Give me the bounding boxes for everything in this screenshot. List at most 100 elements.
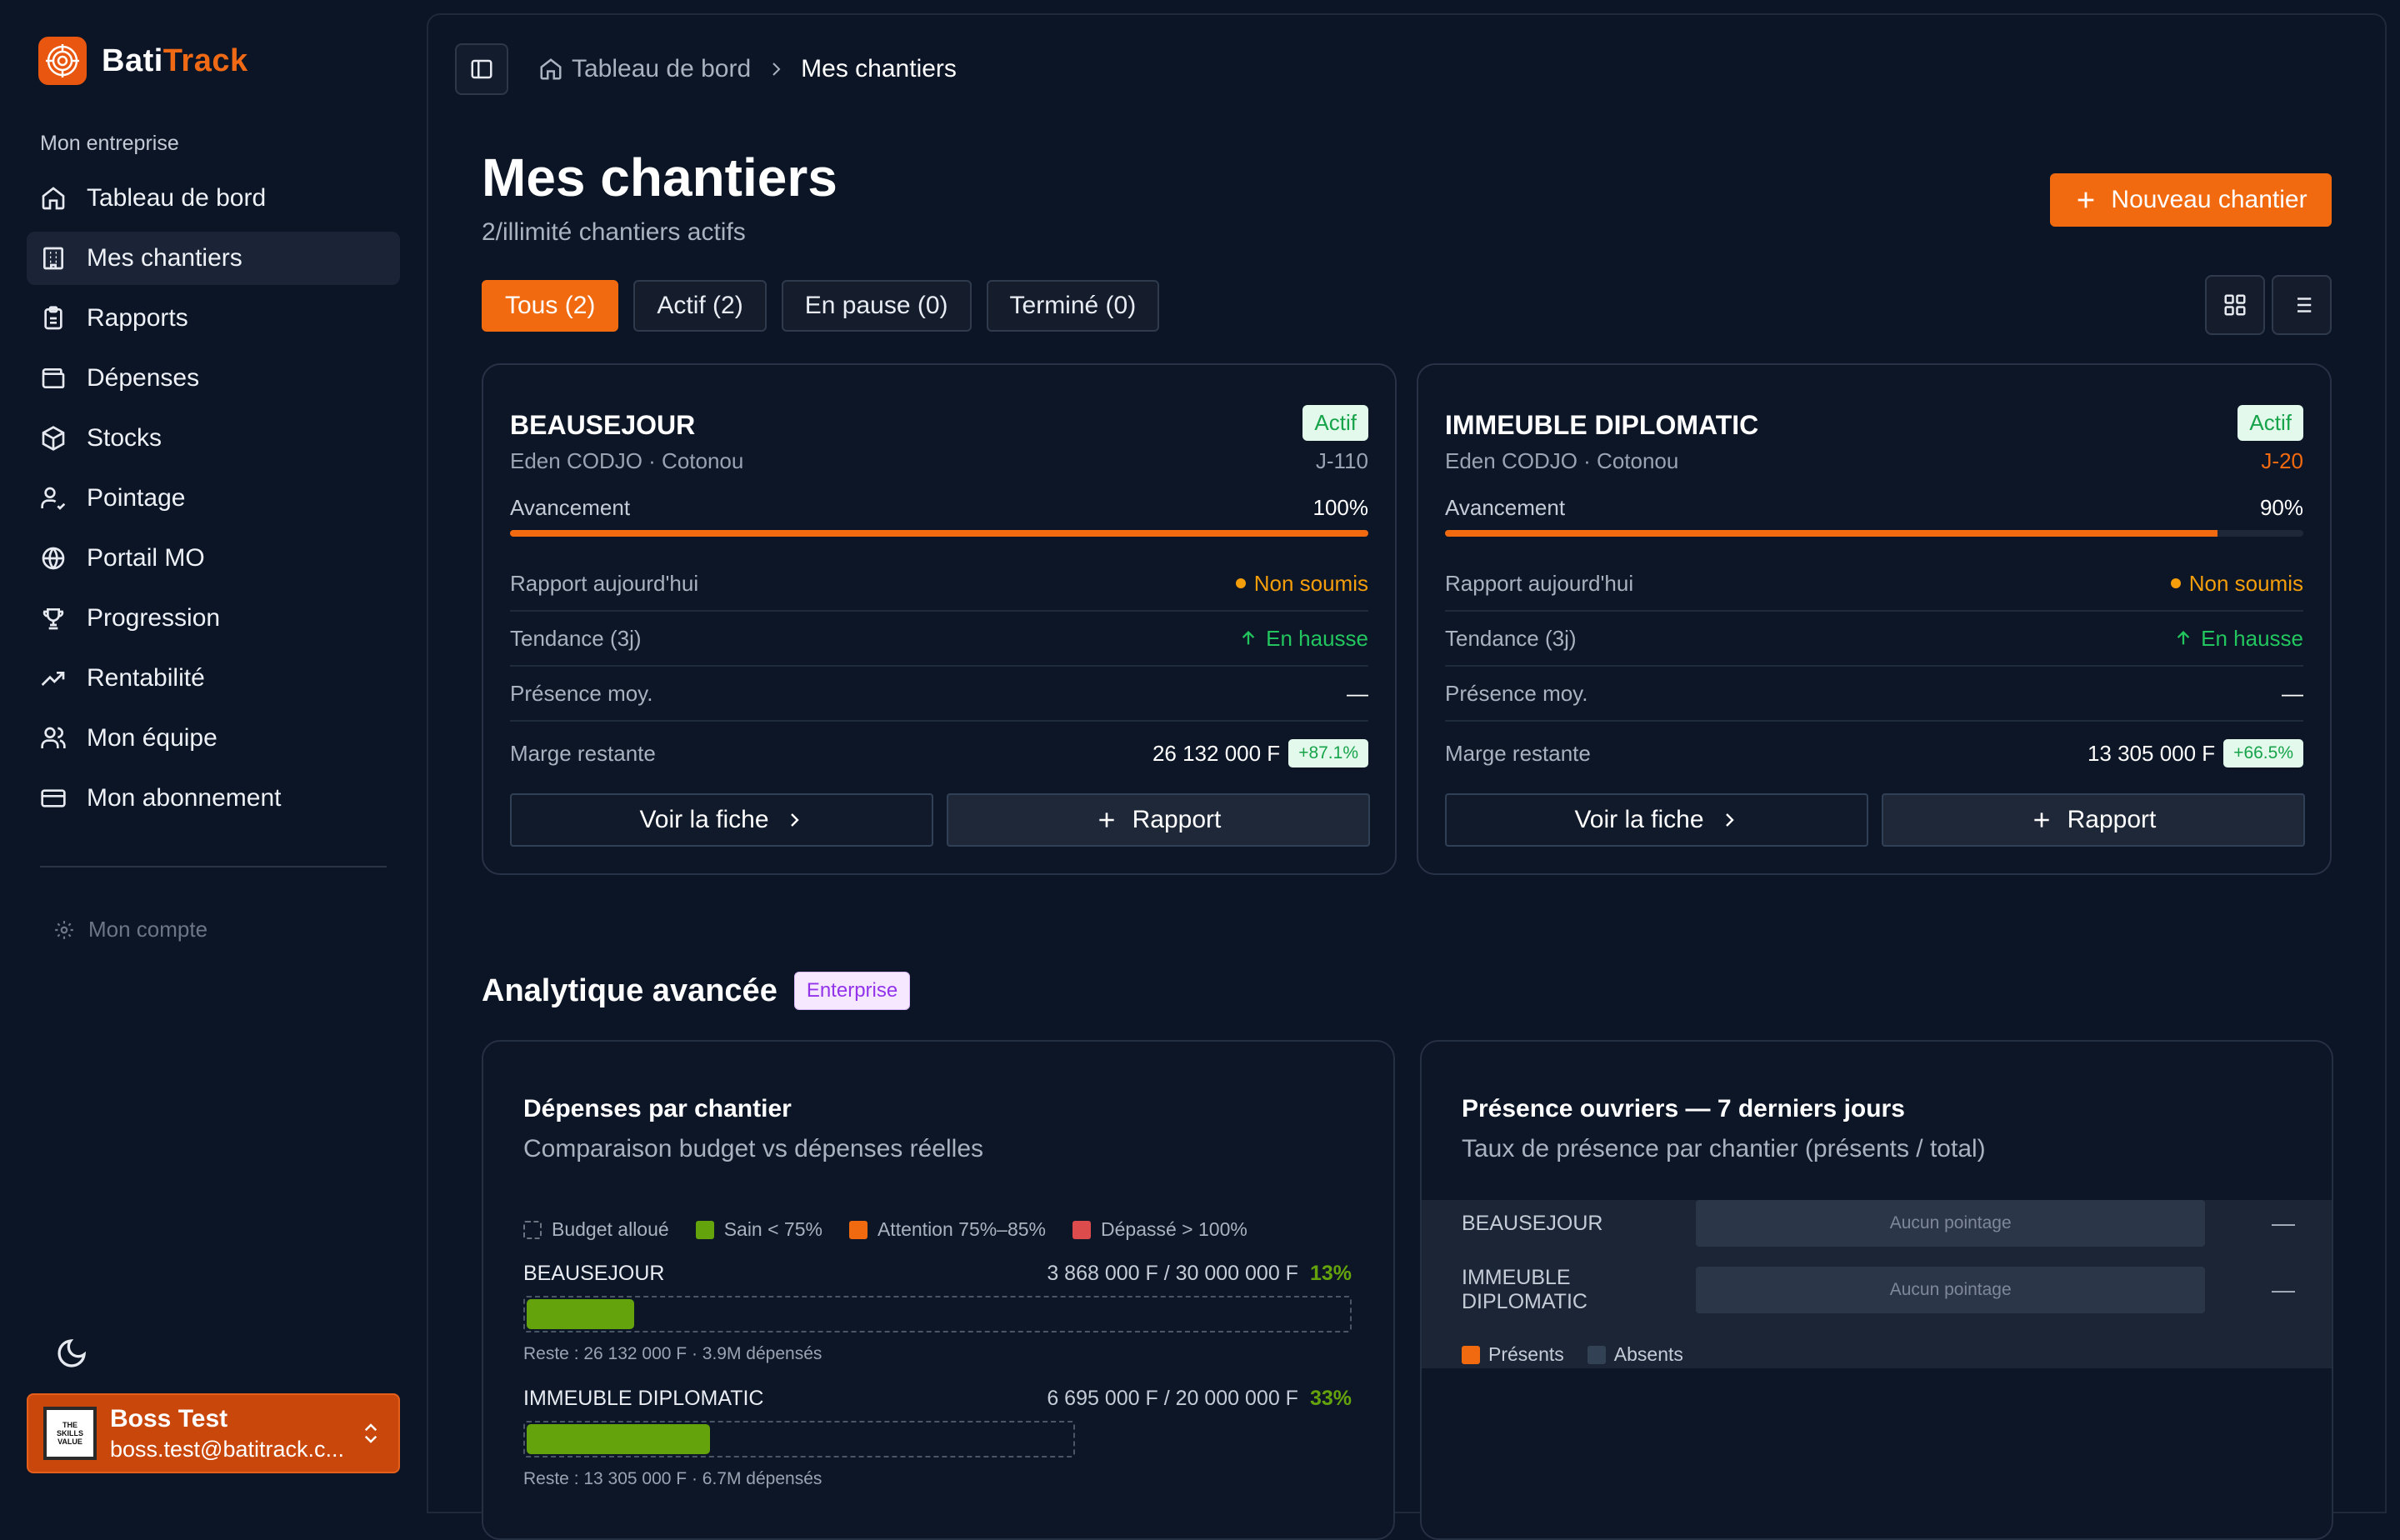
list-view-button[interactable] [2272,275,2332,335]
marge-label: Marge restante [1445,740,1591,766]
sidebar-item-label: Portail MO [87,544,205,572]
budget-bar [523,1421,1075,1458]
sidebar-item-label: Dépenses [87,364,200,392]
sidebar-item-rapports[interactable]: Rapports [27,292,400,345]
legend-label: Présents [1488,1343,1564,1365]
depense-note: Reste : 26 132 000 F · 3.9M dépensés [523,1344,822,1363]
sidebar-divider [40,866,387,868]
tendance-row: Tendance (3j) En hausse [1445,612,2303,667]
chantier-meta: Eden CODJO · Cotonou [1445,448,1679,473]
sidebar-item-tableau-de-bord[interactable]: Tableau de bord [27,172,400,225]
sidebar-toggle-button[interactable] [455,43,508,95]
filter-tous[interactable]: Tous (2) [482,280,619,332]
progress-label: Avancement [1445,495,1566,520]
depense-amount: 3 868 000 F / 30 000 000 F [1047,1262,1298,1285]
account-label: Mon compte [88,917,208,942]
sidebar-item-stocks[interactable]: Stocks [27,412,400,465]
theme-toggle-button[interactable] [55,1337,88,1374]
app-logo[interactable]: BatiTrack [38,37,248,85]
depense-row: IMMEUBLE DIPLOMATIC 6 695 000 F / 20 000… [523,1387,1352,1489]
rapport-status-text: Non soumis [2188,570,2303,596]
depenses-subtitle: Comparaison budget vs dépenses réelles [523,1135,983,1162]
voir-fiche-button[interactable]: Voir la fiche [510,793,933,847]
marge-value: 26 132 000 F +87.1% [1152,739,1368,768]
analytics-title: Analytique avancée [482,972,778,1008]
sidebar-item-rentabilite[interactable]: Rentabilité [27,652,400,705]
rapport-label: Rapport aujourd'hui [510,570,699,596]
legend-attention: Attention 75%–85% [848,1218,1046,1241]
sidebar-item-mon-equipe[interactable]: Mon équipe [27,712,400,765]
voir-fiche-label: Voir la fiche [639,806,769,833]
presence-row: Présence moy. — [1445,667,2303,722]
package-icon [42,426,65,451]
grid-view-button[interactable] [2205,275,2265,335]
add-rapport-button[interactable]: Rapport [947,793,1370,847]
add-rapport-button[interactable]: Rapport [1882,793,2305,847]
filter-termine[interactable]: Terminé (0) [986,280,1160,332]
voir-fiche-button[interactable]: Voir la fiche [1445,793,1868,847]
filter-actif[interactable]: Actif (2) [633,280,767,332]
rapport-label: Rapport aujourd'hui [1445,570,1634,596]
breadcrumb-home-link[interactable]: Tableau de bord [572,55,751,83]
marge-label: Marge restante [510,740,656,766]
presence-value: — [2272,1277,2295,1302]
analytics-header: Analytique avancée Enterprise [482,972,911,1010]
sidebar-item-label: Rapports [87,304,188,332]
user-menu-button[interactable]: THE SKILLS VALUE Boss Test boss.test@batit… [27,1393,400,1473]
chantier-deadline: J-20 [2261,448,2303,473]
add-rapport-label: Rapport [2067,806,2157,833]
progress-bar-fill [1445,530,2218,537]
presence-bar: Aucun pointage [1696,1267,2205,1313]
sidebar-item-mes-chantiers[interactable]: Mes chantiers [27,232,400,285]
marge-row: Marge restante 26 132 000 F +87.1% [510,722,1368,785]
sidebar-item-progression[interactable]: Progression [27,592,400,645]
legend-absents: Absents [1587,1343,1683,1366]
sidebar-item-label: Tableau de bord [87,184,267,212]
depense-head: BEAUSEJOUR 3 868 000 F / 30 000 000 F 13% [523,1262,1352,1286]
presence-value: — [1347,680,1368,706]
building-icon [43,247,63,270]
chantier-name: BEAUSEJOUR [510,410,696,440]
spend-bar-fill [527,1299,634,1329]
presence-value: — [2282,680,2303,706]
rapport-status: Non soumis [2170,570,2303,597]
sidebar-item-mon-compte[interactable]: Mon compte [53,917,208,942]
sidebar-item-mon-abonnement[interactable]: Mon abonnement [27,772,400,825]
depenses-panel: Dépenses par chantier Comparaison budget… [482,1040,1395,1540]
presence-label: Présence moy. [1445,680,1588,706]
trophy-icon [42,608,64,630]
legend-depasse: Dépassé > 100% [1072,1218,1248,1241]
sidebar-item-portail-mo[interactable]: Portail MO [27,532,400,585]
legend-label: Sain < 75% [723,1218,822,1240]
presence-name: IMMEUBLE DIPLOMATIC [1462,1266,1588,1313]
status-dot-icon [2170,578,2181,588]
user-email: boss.test@batitrack.c... [110,1436,343,1462]
voir-fiche-label: Voir la fiche [1574,806,1704,833]
rapport-row: Rapport aujourd'hui Non soumis [510,557,1368,612]
new-chantier-button[interactable]: Nouveau chantier [2050,173,2332,227]
filter-en-pause[interactable]: En pause (0) [781,280,972,332]
page-title: Mes chantiers [482,148,838,208]
depense-amount-group: 3 868 000 F / 30 000 000 F 13% [1047,1262,1352,1286]
plus-icon [2078,192,2094,208]
depense-row: BEAUSEJOUR 3 868 000 F / 30 000 000 F 13%… [523,1262,1352,1364]
legend-swatch [695,1220,714,1239]
sidebar: BatiTrack Mon entreprise Tableau de bord… [0,0,425,1500]
presence-bar: Aucun pointage [1696,1200,2205,1247]
sidebar-item-pointage[interactable]: Pointage [27,472,400,525]
enterprise-badge: Enterprise [793,972,911,1010]
presence-name: BEAUSEJOUR [1462,1211,1603,1235]
tendance-label: Tendance (3j) [1445,625,1577,651]
marge-amount: 13 305 000 F [2087,740,2216,766]
sidebar-item-label: Mon équipe [87,724,218,752]
tendance-text: En hausse [1266,625,1368,651]
rapport-status-text: Non soumis [1253,570,1368,596]
home-icon [540,58,562,80]
sidebar-item-depenses[interactable]: Dépenses [27,352,400,405]
main-content: Tableau de bord Mes chantiers Mes chanti… [427,13,2387,1540]
depense-amount: 6 695 000 F / 20 000 000 F [1047,1387,1298,1410]
spend-bar-fill [527,1424,711,1454]
logo-icon [38,37,87,85]
marge-row: Marge restante 13 305 000 F +66.5% [1445,722,2303,785]
progress-bar [510,530,1368,537]
